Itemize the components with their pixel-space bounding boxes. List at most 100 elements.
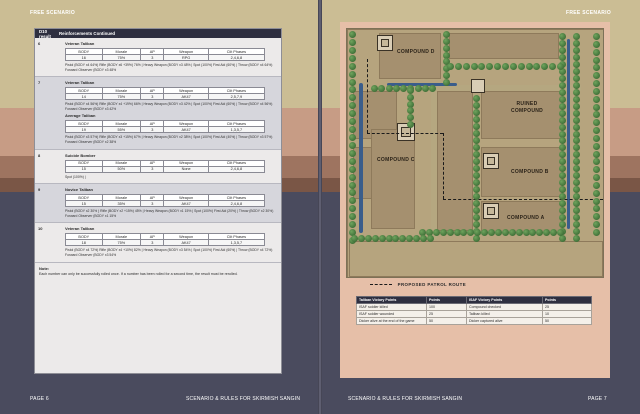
tree-icon	[473, 179, 480, 186]
unit-stat-table: BODY Morale AP Weapon Clit Phases 15 35% 3 AK47 2…	[65, 194, 266, 208]
tree-icon	[473, 193, 480, 200]
unit-name: Veteran Taliban	[65, 41, 95, 46]
stat-value: 50%	[101, 165, 142, 173]
patrol-route	[367, 59, 368, 133]
d10-number: 10	[38, 226, 43, 232]
table-row: 8 Suicide Bomber BODY Morale AP Weapon Clit Ph…	[35, 150, 281, 185]
stat-value: 16	[65, 54, 103, 61]
unit-skills: Spot (100%) |	[65, 174, 86, 179]
tree-icon	[593, 87, 600, 95]
tree-icon	[509, 63, 517, 70]
tree-icon	[407, 93, 414, 101]
tree-icon	[593, 134, 600, 142]
tree-icon	[517, 63, 525, 70]
unit-stat-table: BODY Morale AP Weapon Clit Phases 14 75% 3 AK47 2…	[65, 87, 266, 101]
tree-icon	[349, 62, 356, 70]
vp-cell: Dicker captured alive	[466, 317, 543, 325]
note-title: Note:	[39, 265, 50, 271]
unit-stat-table: BODY Morale AP Weapon Clit Phases 16 75% 3 RPG 2,…	[65, 48, 266, 61]
d10-number: 8	[38, 152, 41, 158]
vp-header: Taliban Victory Points	[356, 296, 427, 304]
table-row: 9 Novice Taliban BODY Morale AP Weapon Clit Ph…	[35, 184, 281, 224]
tree-icon	[573, 116, 580, 124]
stat-value: 18	[65, 239, 103, 247]
tree-icon	[462, 63, 470, 70]
tree-icon	[349, 54, 356, 62]
stat-value: 19	[65, 126, 103, 134]
tree-icon	[378, 235, 386, 242]
tree-icon	[573, 102, 580, 110]
tree-icon	[385, 85, 393, 92]
tree-icon	[573, 228, 580, 236]
vp-cell: 25	[542, 303, 592, 311]
tree-icon	[593, 197, 600, 205]
stat-value: 14	[65, 93, 103, 101]
tree-icon	[573, 67, 580, 75]
stat-value: 3	[140, 126, 165, 134]
tree-icon	[443, 79, 450, 86]
tree-icon	[371, 85, 378, 92]
stat-value: 3	[140, 93, 165, 101]
label-compound-d: COMPOUND D	[397, 49, 435, 55]
table-row: 6 Veteran Taliban BODY Morale AP Weapon Clit P…	[35, 38, 281, 78]
unit-name: Veteran Taliban	[65, 226, 95, 232]
book-spine	[318, 0, 322, 414]
tree-icon	[573, 88, 580, 96]
tree-icon	[473, 200, 480, 207]
reinforcement-rows: 6 Veteran Taliban BODY Morale AP Weapon Clit P…	[35, 38, 281, 263]
tree-icon	[593, 48, 600, 56]
vp-cell: ISAF soldier wounded	[356, 310, 427, 318]
d10-number: 6	[38, 41, 41, 46]
note-text: Each number can only be successfully rol…	[39, 271, 238, 276]
tree-icon	[473, 151, 480, 158]
reinforcements-table: D10 result Reinforcements Continued 6 Vet…	[34, 28, 282, 374]
left-page-footer-title: SCENARIO & RULES FOR SKIRMISH SANGIN	[186, 396, 301, 402]
tree-icon	[349, 134, 356, 141]
right-page-number: PAGE 7	[588, 396, 607, 402]
tree-icon	[473, 109, 480, 116]
tree-icon	[349, 149, 356, 157]
patrol-route	[443, 133, 444, 199]
left-page-header: FREE SCENARIO	[30, 10, 76, 16]
stat-value: 55%	[101, 126, 142, 134]
map-legend: PROPOSED PATROL ROUTE	[370, 282, 466, 287]
stat-value: 2,4,6,8	[207, 165, 266, 173]
stat-value: 75%	[101, 54, 142, 61]
tree-icon	[429, 85, 436, 92]
unit-stat-table: BODY Morale AP Weapon Clit Phases 19 55% 3 AK47 1…	[65, 120, 266, 134]
tree-icon	[473, 186, 480, 193]
table-row: 7 Veteran Taliban BODY Morale AP Weapon Clit P…	[35, 77, 281, 150]
vp-cell: 50	[542, 317, 592, 325]
stat-value: 2,4,6,8	[207, 54, 266, 61]
tree-icon	[473, 137, 480, 144]
tree-icon	[559, 116, 566, 124]
tree-icon	[559, 46, 566, 54]
tree-icon	[593, 103, 600, 111]
stat-value: 3	[140, 200, 165, 208]
tree-icon	[473, 214, 480, 221]
tree-icon	[427, 235, 434, 242]
tree-icon	[559, 130, 566, 138]
stat-value: 75%	[101, 239, 142, 247]
tree-icon	[508, 229, 516, 236]
tree-icon	[443, 31, 450, 38]
legend-text: PROPOSED PATROL ROUTE	[397, 282, 467, 287]
building-inner	[381, 39, 389, 47]
stat-value: 3	[140, 239, 165, 247]
tree-icon	[473, 102, 480, 109]
tree-icon	[446, 229, 454, 236]
stat-value: AK47	[163, 200, 209, 208]
building-inner	[487, 207, 495, 215]
tree-icon	[349, 38, 356, 46]
tree-icon	[443, 37, 450, 45]
tree-icon	[559, 53, 566, 61]
tree-icon	[447, 63, 454, 70]
label-ruined-compound: RUINED COMPOUND	[510, 101, 544, 114]
tree-icon	[557, 229, 564, 236]
vp-cell: Taliban killed	[466, 310, 543, 318]
tree-icon	[349, 46, 356, 54]
tree-icon	[357, 235, 365, 242]
patrol-legend-line	[370, 284, 392, 286]
tree-icon	[473, 207, 480, 214]
tree-icon	[349, 173, 356, 181]
